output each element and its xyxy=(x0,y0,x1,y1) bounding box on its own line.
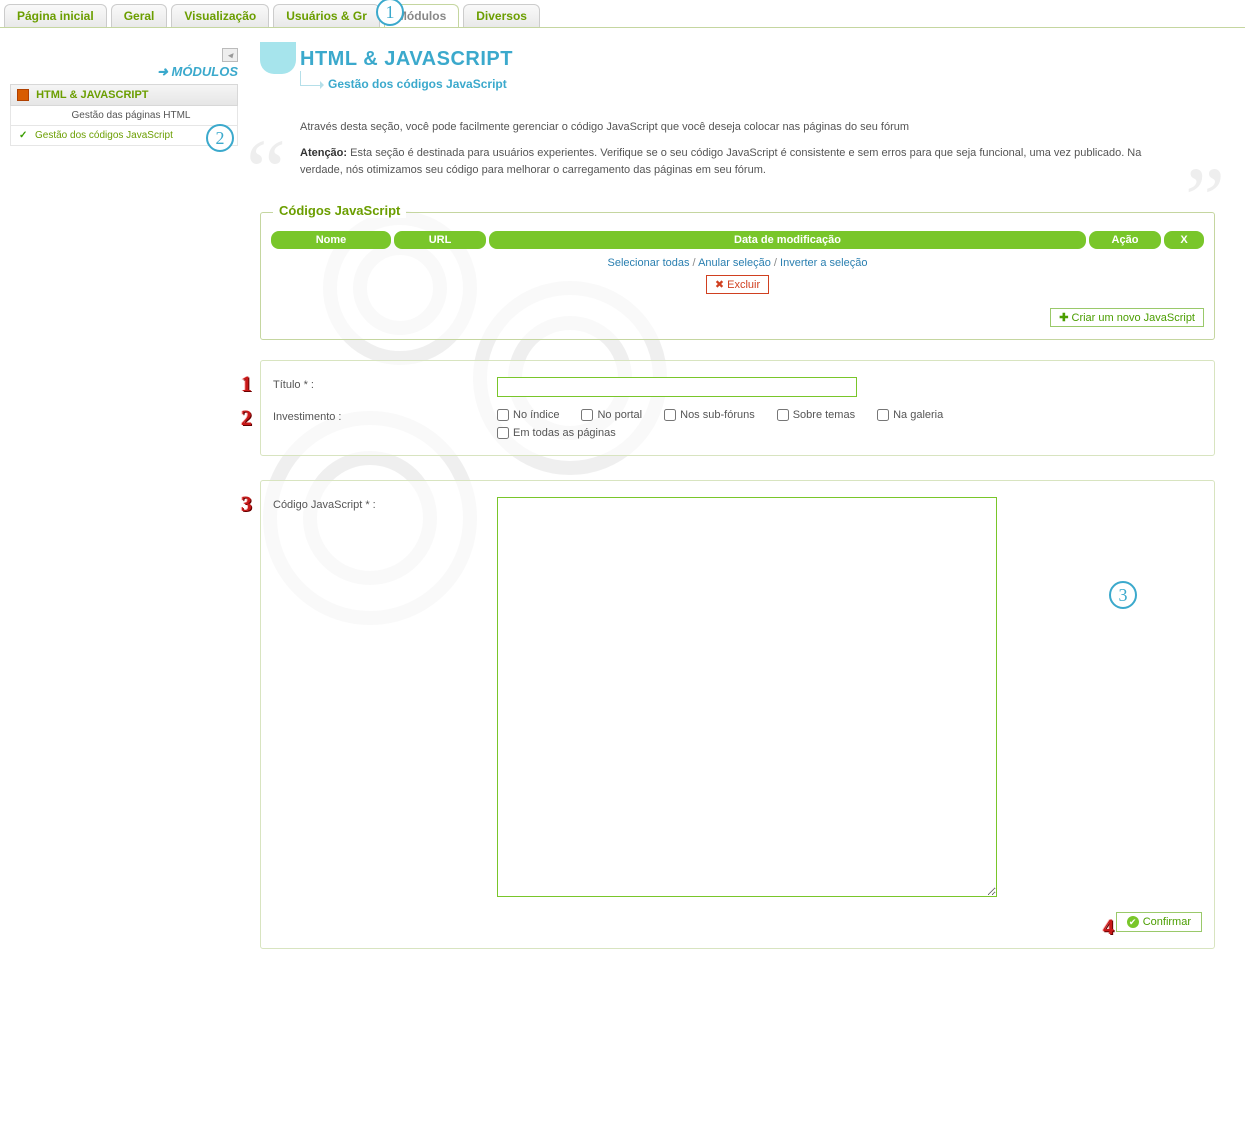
code-textarea[interactable] xyxy=(497,497,997,897)
intro-line-2: Atenção: Esta seção é destinada para usu… xyxy=(300,145,1175,180)
tab-home[interactable]: Página inicial xyxy=(4,4,107,27)
col-data: Data de modificação xyxy=(489,231,1086,249)
red-step-3: 3 xyxy=(241,491,252,517)
page-header: HTML & JAVASCRIPT Gestão dos códigos Jav… xyxy=(260,48,1215,91)
table-selection-actions: Selecionar todas / Anular seleção / Inve… xyxy=(271,257,1204,269)
tab-visualizacao[interactable]: Visualização xyxy=(171,4,269,27)
sidebar: ◂ ➜ MÓDULOS HTML & JAVASCRIPT Gestão das… xyxy=(10,38,250,993)
main-tabs: Página inicial Geral Visualização Usuári… xyxy=(0,0,1245,28)
intro-line-2-text: Esta seção é destinada para usuários exp… xyxy=(300,147,1141,177)
step-badge-3: 3 xyxy=(1109,581,1137,609)
tab-diversos[interactable]: Diversos xyxy=(463,4,540,27)
form-panel-1: 1 2 Título * : Investimento : No índice … xyxy=(260,360,1215,456)
chk-temas-label: Sobre temas xyxy=(793,409,855,421)
chk-todas-box[interactable] xyxy=(497,427,509,439)
chk-temas-box[interactable] xyxy=(777,409,789,421)
code-label: Código JavaScript * : xyxy=(273,497,497,511)
col-x: X xyxy=(1164,231,1204,249)
delete-button[interactable]: Excluir xyxy=(706,275,769,294)
tab-usuarios[interactable]: Usuários & Gr xyxy=(273,4,380,27)
col-acao: Ação xyxy=(1089,231,1161,249)
sidebar-item-html[interactable]: Gestão das páginas HTML xyxy=(10,106,238,126)
col-nome: Nome xyxy=(271,231,391,249)
table-header: Nome URL Data de modificação Ação X xyxy=(271,231,1204,249)
chk-portal-label: No portal xyxy=(597,409,642,421)
col-url: URL xyxy=(394,231,486,249)
chk-todas-label: Em todas as páginas xyxy=(513,427,616,439)
chk-subforum-box[interactable] xyxy=(664,409,676,421)
investimento-label: Investimento : xyxy=(273,409,497,423)
red-step-4: 4 xyxy=(1103,914,1114,940)
red-step-1: 1 xyxy=(241,371,252,397)
page-subtitle: Gestão dos códigos JavaScript xyxy=(284,77,1215,91)
sidebar-category[interactable]: HTML & JAVASCRIPT xyxy=(10,84,238,106)
chk-portal[interactable]: No portal xyxy=(581,409,642,421)
chk-indice[interactable]: No índice xyxy=(497,409,559,421)
tab-geral[interactable]: Geral xyxy=(111,4,168,27)
sidebar-category-label: HTML & JAVASCRIPT xyxy=(36,89,148,101)
confirm-button[interactable]: Confirmar xyxy=(1116,912,1202,932)
chk-subforum-label: Nos sub-fóruns xyxy=(680,409,755,421)
deselect-link[interactable]: Anular seleção xyxy=(698,257,771,269)
chk-todas[interactable]: Em todas as páginas xyxy=(497,427,1202,439)
intro-line-1: Através desta seção, você pode facilment… xyxy=(300,119,1175,137)
chk-indice-box[interactable] xyxy=(497,409,509,421)
quote-open-icon: “ xyxy=(246,149,286,194)
titulo-input[interactable] xyxy=(497,377,857,397)
panel-title: Códigos JavaScript xyxy=(273,203,406,218)
chk-subforum[interactable]: Nos sub-fóruns xyxy=(664,409,755,421)
select-all-link[interactable]: Selecionar todas xyxy=(608,257,690,269)
sidebar-item-js[interactable]: Gestão dos códigos JavaScript xyxy=(10,126,238,146)
attention-label: Atenção: xyxy=(300,147,347,159)
chk-temas[interactable]: Sobre temas xyxy=(777,409,855,421)
placement-checkboxes: No índice No portal Nos sub-fóruns Sobre… xyxy=(497,409,1202,439)
chk-galeria-box[interactable] xyxy=(877,409,889,421)
titulo-label: Título * : xyxy=(273,377,497,391)
page-title: HTML & JAVASCRIPT xyxy=(284,48,1215,71)
main-content: HTML & JAVASCRIPT Gestão dos códigos Jav… xyxy=(250,38,1235,993)
sidebar-back-icon[interactable]: ◂ xyxy=(222,48,238,62)
step-badge-2: 2 xyxy=(206,124,234,152)
sidebar-header: MÓDULOS xyxy=(172,64,238,79)
form-panel-2: 3 4 Código JavaScript * : Confirmar xyxy=(260,480,1215,949)
red-step-2: 2 xyxy=(241,405,252,431)
chk-portal-box[interactable] xyxy=(581,409,593,421)
create-js-button[interactable]: Criar um novo JavaScript xyxy=(1050,308,1204,327)
chk-galeria[interactable]: Na galeria xyxy=(877,409,943,421)
document-icon xyxy=(17,89,29,101)
arrow-icon: ➜ xyxy=(157,64,168,79)
js-codes-panel: 3 Códigos JavaScript Nome URL Data de mo… xyxy=(260,212,1215,340)
chk-indice-label: No índice xyxy=(513,409,559,421)
invert-selection-link[interactable]: Inverter a seleção xyxy=(780,257,867,269)
chk-galeria-label: Na galeria xyxy=(893,409,943,421)
intro-text: “ Através desta seção, você pode facilme… xyxy=(260,115,1215,192)
